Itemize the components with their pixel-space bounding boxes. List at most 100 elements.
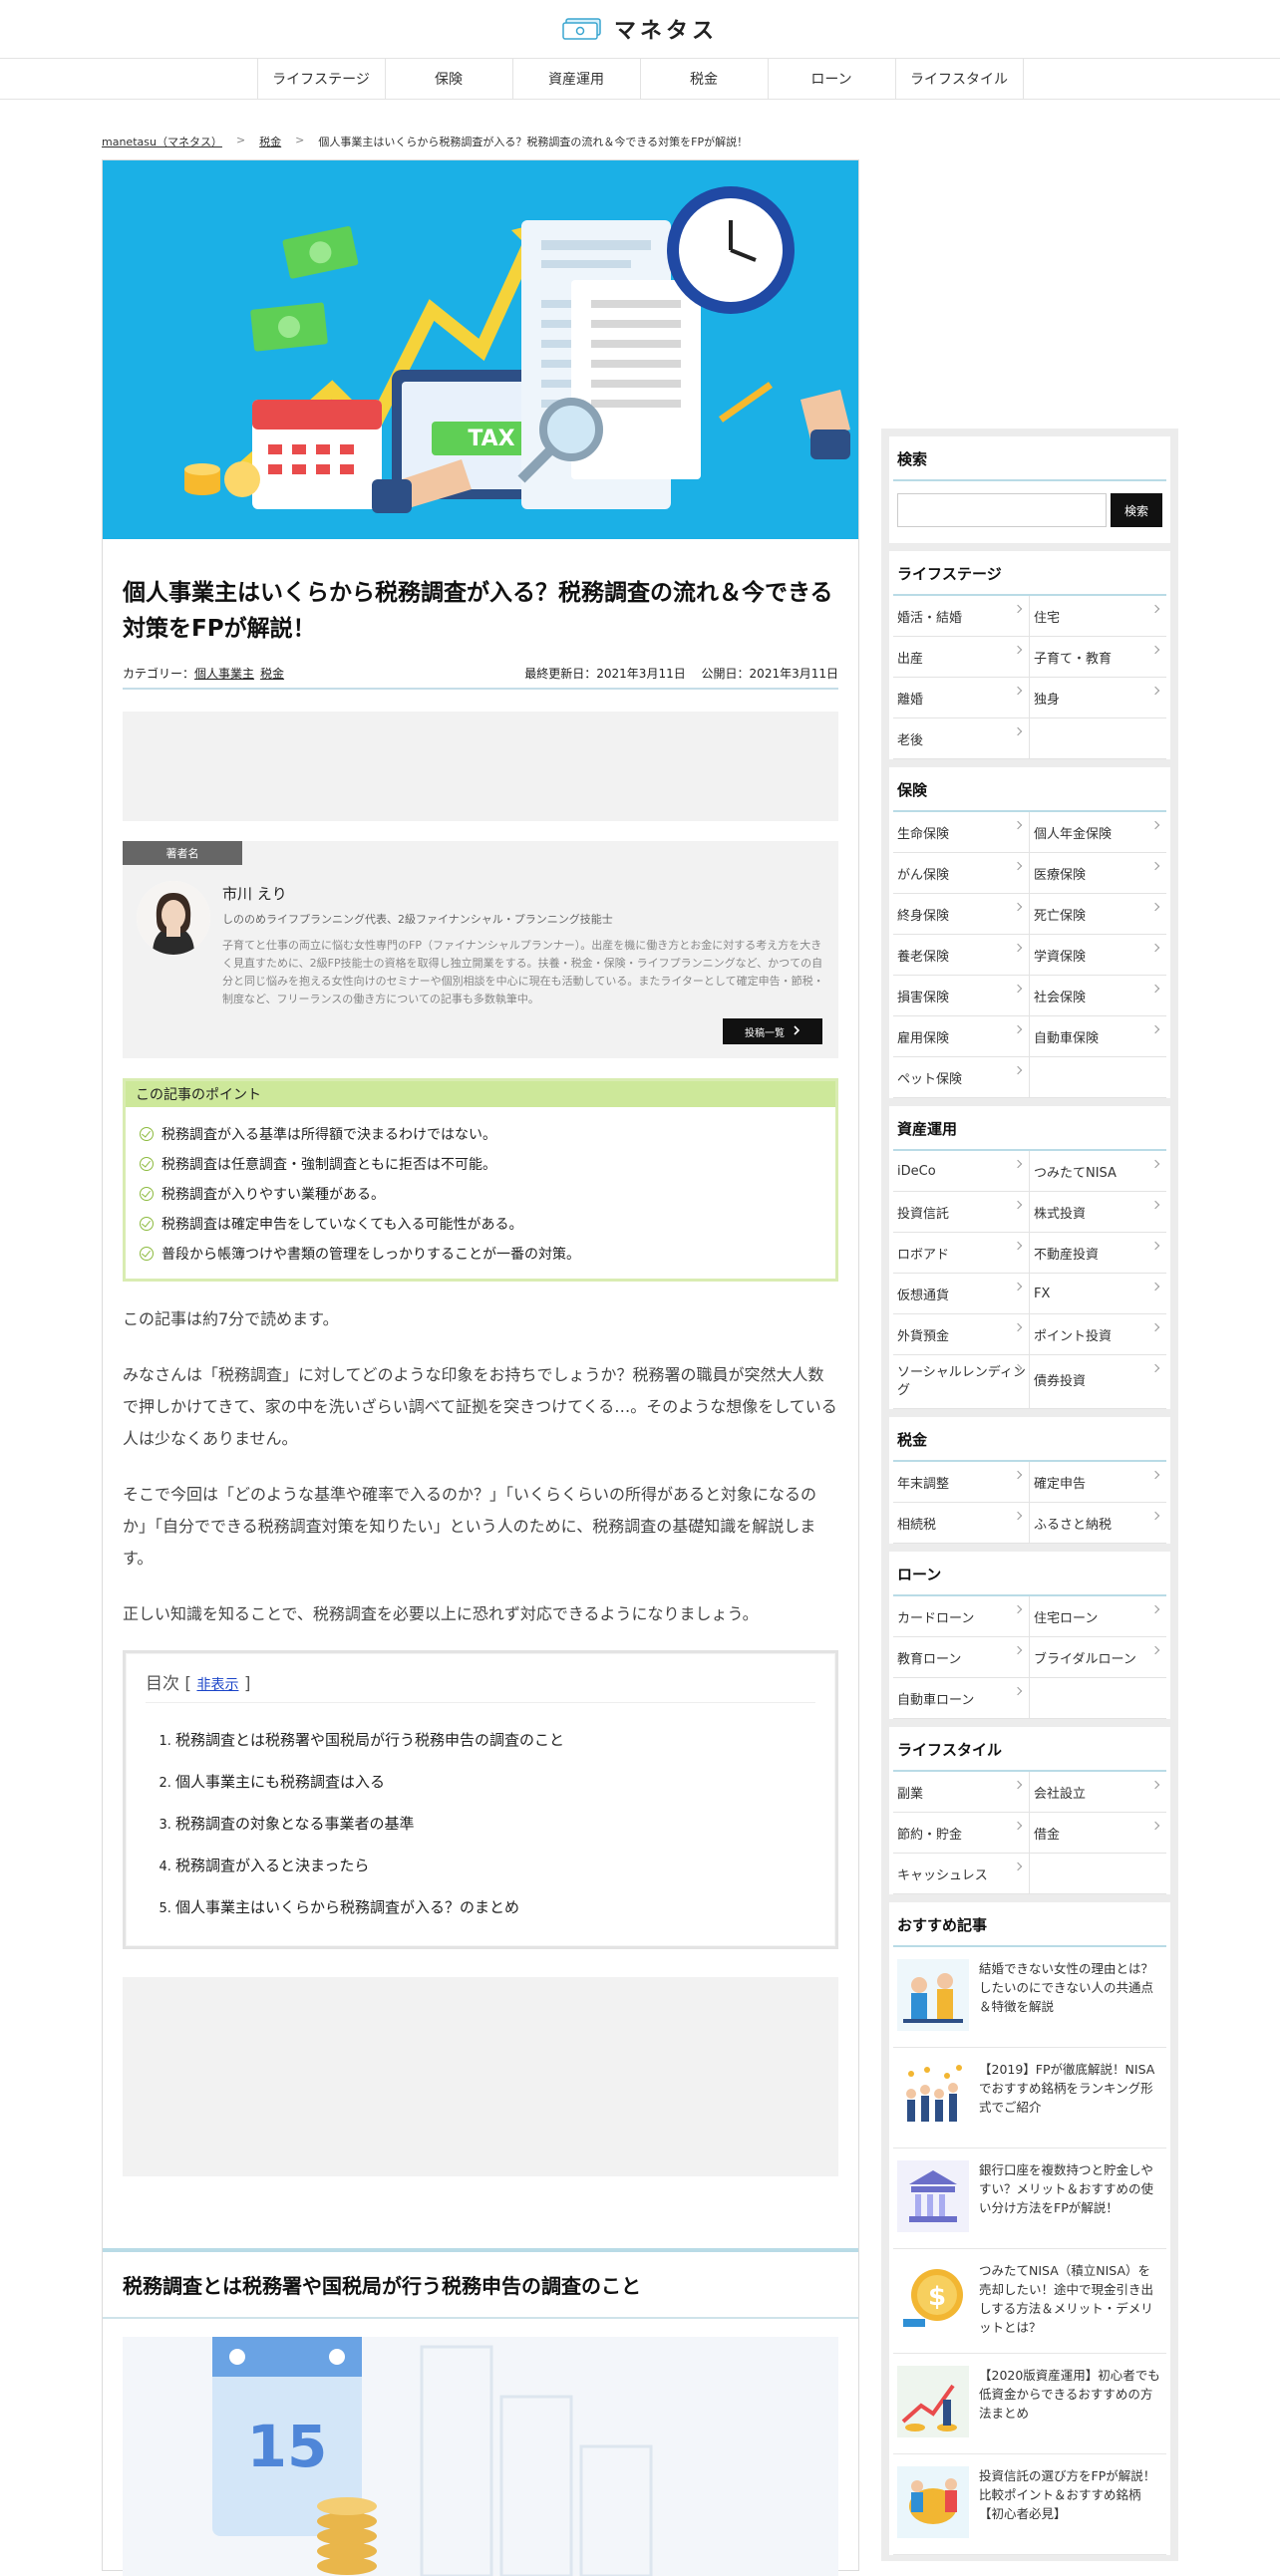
sidebar-cat-item[interactable]: FX <box>1030 1274 1166 1314</box>
recommended-article-title: 【2020版資産運用】初心者でも低資金からできるおすすめの方法まとめ <box>979 2368 1160 2421</box>
sidebar-cat-empty <box>1030 1057 1166 1098</box>
sidebar-cat-item[interactable]: 副業 <box>893 1772 1030 1813</box>
author-name[interactable]: 市川 えり <box>222 883 287 904</box>
published-date: 公開日：2021年3月11日 <box>701 667 838 681</box>
sidebar-cat-item[interactable]: 独身 <box>1030 678 1166 718</box>
sidebar-cat-item[interactable]: 確定申告 <box>1030 1462 1166 1503</box>
intro-paragraph: みなさんは「税務調査」に対してどのような印象をお持ちでしょうか？税務署の職員が突… <box>123 1365 837 1448</box>
sidebar-cat-item[interactable]: 債券投資 <box>1030 1355 1166 1409</box>
sidebar-cat-item[interactable]: 離婚 <box>893 678 1030 718</box>
recommended-article[interactable]: 結婚できない女性の理由とは？したいのにできない人の共通点＆特徴を解説 <box>893 1947 1166 2048</box>
toc-toggle-link[interactable]: 非表示 <box>196 1677 238 1693</box>
sidebar-cat-item[interactable]: つみたてNISA <box>1030 1151 1166 1192</box>
sidebar-cat-item[interactable]: 養老保険 <box>893 935 1030 976</box>
sidebar-cat-item[interactable]: 仮想通貨 <box>893 1274 1030 1314</box>
sidebar-cat-item[interactable]: iDeCo <box>893 1151 1030 1192</box>
sidebar-cat-item[interactable]: 株式投資 <box>1030 1192 1166 1233</box>
sidebar-cat-item[interactable]: 損害保険 <box>893 976 1030 1016</box>
sidebar-cat-item[interactable]: ロボアド <box>893 1233 1030 1274</box>
sidebar-cat-item[interactable]: 節約・貯金 <box>893 1813 1030 1854</box>
sidebar-cat-item[interactable]: 不動産投資 <box>1030 1233 1166 1274</box>
breadcrumb-home-link[interactable]: manetasu（マネタス） <box>102 134 222 149</box>
recommended-article[interactable]: 銀行口座を複数持つと貯金しやすい？メリット＆おすすめの使い分け方法をFPが解説！ <box>893 2148 1166 2249</box>
toc-item[interactable]: 個人事業主にも税務調査は入る <box>175 1761 815 1803</box>
widget-title: 保険 <box>893 773 1166 812</box>
nav-item-loan[interactable]: ローン <box>769 59 896 99</box>
sidebar-cat-item[interactable]: 死亡保険 <box>1030 894 1166 935</box>
nav-item-lifestage[interactable]: ライフステージ <box>258 59 386 99</box>
search-button[interactable]: 検索 <box>1111 493 1162 527</box>
article-points-box: この記事のポイント 税務調査が入る基準は所得額で決まるわけではない。 税務調査は… <box>123 1078 838 1282</box>
sidebar-cat-item[interactable]: 自動車保険 <box>1030 1016 1166 1057</box>
sidebar-cat-item[interactable]: ソーシャルレンディング <box>893 1355 1030 1409</box>
sidebar-cat-item[interactable]: 子育て・教育 <box>1030 637 1166 678</box>
recommended-article[interactable]: $ つみたてNISA（積立NISA）を売却したい！途中で現金引き出しする方法＆メ… <box>893 2249 1166 2354</box>
sidebar-cat-item[interactable]: がん保険 <box>893 853 1030 894</box>
category-widget-investment: 資産運用 iDeCo つみたてNISA 投資信託 株式投資 ロボアド 不動産投資… <box>889 1106 1170 1409</box>
article-thumbnail: $ <box>897 2261 969 2333</box>
sidebar-cat-item[interactable]: 社会保険 <box>1030 976 1166 1016</box>
recommended-article[interactable]: 投資信託の選び方をFPが解説！比較ポイント＆おすすめ銘柄【初心者必見】 <box>893 2454 1166 2555</box>
global-nav: ライフステージ 保険 資産運用 税金 ローン ライフスタイル <box>0 58 1280 100</box>
category-widget-lifestage: ライフステージ 婚活・結婚 住宅 出産 子育て・教育 離婚 独身 老後 <box>889 551 1170 759</box>
recommended-article[interactable]: 【2020版資産運用】初心者でも低資金からできるおすすめの方法まとめ <box>893 2354 1166 2454</box>
sidebar-cat-item[interactable]: ポイント投資 <box>1030 1314 1166 1355</box>
sidebar-cat-item[interactable]: 住宅ローン <box>1030 1596 1166 1637</box>
sidebar-cat-item[interactable]: 出産 <box>893 637 1030 678</box>
hero-image: TAX <box>103 160 858 539</box>
sidebar-cat-item[interactable]: 会社設立 <box>1030 1772 1166 1813</box>
sidebar-cat-item[interactable]: 教育ローン <box>893 1637 1030 1678</box>
sidebar-cat-item[interactable]: 相続税 <box>893 1503 1030 1544</box>
toc-title: 目次 [ 非表示 ] <box>146 1669 815 1703</box>
nav-item-tax[interactable]: 税金 <box>641 59 769 99</box>
breadcrumb-category-link[interactable]: 税金 <box>259 134 281 149</box>
sidebar-cat-item[interactable]: ペット保険 <box>893 1057 1030 1098</box>
point-item: 税務調査は任意調査・強制調査ともに拒否は不可能。 <box>140 1149 821 1179</box>
sidebar-cat-item[interactable]: ふるさと納税 <box>1030 1503 1166 1544</box>
sidebar-cat-item[interactable]: カードローン <box>893 1596 1030 1637</box>
intro-paragraph: そこで今回は「どのような基準や確率で入るのか？」「いくらくらいの所得があると対象… <box>123 1485 817 1568</box>
sidebar-cat-item[interactable]: 個人年金保険 <box>1030 812 1166 853</box>
sidebar-cat-item[interactable]: 雇用保険 <box>893 1016 1030 1057</box>
check-circle-icon <box>140 1217 154 1231</box>
sidebar-cat-item[interactable]: 自動車ローン <box>893 1678 1030 1719</box>
sidebar-cat-item[interactable]: 住宅 <box>1030 596 1166 637</box>
sidebar-cat-item[interactable]: ブライダルローン <box>1030 1637 1166 1678</box>
widget-title: 税金 <box>893 1423 1166 1462</box>
wallet-logo-icon[interactable] <box>562 18 602 40</box>
search-input[interactable] <box>897 493 1107 527</box>
sidebar-cat-item[interactable]: 生命保険 <box>893 812 1030 853</box>
nav-item-lifestyle[interactable]: ライフスタイル <box>896 59 1024 99</box>
nav-item-insurance[interactable]: 保険 <box>386 59 513 99</box>
updated-date: 最終更新日：2021年3月11日 <box>524 667 686 681</box>
recommended-article[interactable]: 【2019】FPが徹底解説！NISAでおすすめ銘柄をランキング形式でご紹介 <box>893 2048 1166 2148</box>
toc-item[interactable]: 税務調査が入ると決まったら <box>175 1845 815 1886</box>
category-link-tax[interactable]: 税金 <box>260 667 284 681</box>
table-of-contents: 目次 [ 非表示 ] 税務調査とは税務署や国税局が行う税務申告の調査のこと 個人… <box>123 1650 838 1949</box>
sidebar-cat-empty <box>1030 1854 1166 1894</box>
category-link-sole-proprietor[interactable]: 個人事業主 <box>194 667 254 681</box>
recommended-article-title: 結婚できない女性の理由とは？したいのにできない人の共通点＆特徴を解説 <box>979 1961 1154 2014</box>
sidebar-cat-item[interactable]: 年末調整 <box>893 1462 1030 1503</box>
toc-item[interactable]: 税務調査の対象となる事業者の基準 <box>175 1803 815 1845</box>
toc-item[interactable]: 個人事業主はいくらから税務調査が入る？のまとめ <box>175 1886 815 1928</box>
category-list: カテゴリー：個人事業主 税金 <box>123 665 284 682</box>
article-thumbnail <box>897 2060 969 2132</box>
recommended-article-title: 【2019】FPが徹底解説！NISAでおすすめ銘柄をランキング形式でご紹介 <box>979 2062 1155 2115</box>
site-logo-text[interactable]: マネタス <box>614 13 718 45</box>
point-item: 税務調査が入る基準は所得額で決まるわけではない。 <box>140 1119 821 1149</box>
author-posts-button[interactable]: 投稿一覧 <box>723 1018 822 1044</box>
sidebar-cat-item[interactable]: 老後 <box>893 718 1030 759</box>
sidebar-cat-item[interactable]: キャッシュレス <box>893 1854 1030 1894</box>
point-item: 税務調査が入りやすい業種がある。 <box>140 1179 821 1209</box>
sidebar-cat-item[interactable]: 投資信託 <box>893 1192 1030 1233</box>
sidebar-cat-item[interactable]: 婚活・結婚 <box>893 596 1030 637</box>
nav-item-investment[interactable]: 資産運用 <box>513 59 641 99</box>
toc-item[interactable]: 税務調査とは税務署や国税局が行う税務申告の調査のこと <box>175 1719 815 1761</box>
sidebar-cat-item[interactable]: 医療保険 <box>1030 853 1166 894</box>
sidebar-cat-item[interactable]: 学資保険 <box>1030 935 1166 976</box>
sidebar-cat-item[interactable]: 終身保険 <box>893 894 1030 935</box>
sidebar-cat-item[interactable]: 借金 <box>1030 1813 1166 1854</box>
sidebar-cat-item[interactable]: 外貨預金 <box>893 1314 1030 1355</box>
author-posts-button-label: 投稿一覧 <box>745 1027 785 1039</box>
